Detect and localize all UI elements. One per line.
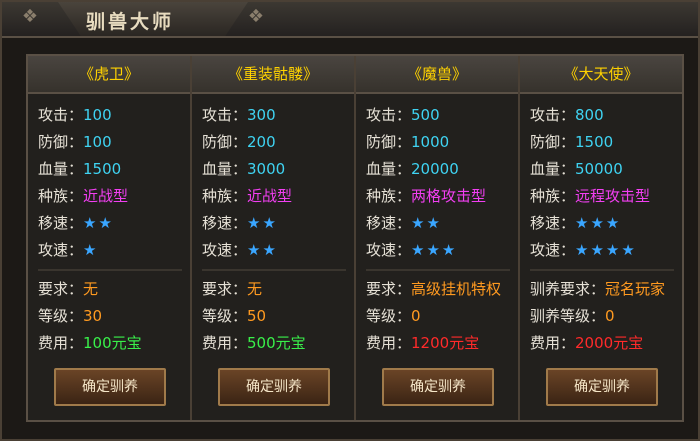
pet-stats: 攻击：300 防御：200 血量：3000 种族：近战型 移速：★★ 攻速：★★… [192,94,354,357]
star-icon: ★★★ [575,214,622,232]
stat-move-speed: 移速：★★ [38,214,114,232]
requirement: 驯养要求：冠名玩家 [530,280,666,298]
requirement: 要求：高级挂机特权 [366,280,502,298]
requirement: 要求：无 [38,280,99,298]
stat-race: 种族：两格攻击型 [366,187,487,205]
pet-name: 《虎卫》 [28,56,190,94]
pet-stats: 攻击：100 防御：100 血量：1500 种族：近战型 移速：★★ 攻速：★ … [28,94,190,357]
stat-attack-speed: 攻速：★★★★ [530,241,637,259]
divider [38,269,182,271]
stat-hp: 血量：1500 [38,160,122,178]
pet-column-mo-shou: 《魔兽》 攻击：500 防御：1000 血量：20000 种族：两格攻击型 移速… [356,56,520,420]
level-requirement: 等级：0 [366,307,421,325]
pet-name: 《重装骷髅》 [192,56,354,94]
dialog-window: ❖ 驯兽大师 ❖ 《虎卫》 攻击：100 防御：100 血量：1500 种族：近… [0,0,700,441]
pet-stats: 攻击：500 防御：1000 血量：20000 种族：两格攻击型 移速：★★ 攻… [356,94,518,357]
stat-move-speed: 移速：★★★ [530,214,622,232]
confirm-tame-button[interactable]: 确定驯养 [546,368,658,406]
stat-defense: 防御：200 [202,133,276,151]
star-icon: ★★ [247,214,278,232]
stat-attack-speed: 攻速：★★★ [366,241,458,259]
stat-race: 种族：近战型 [38,187,129,205]
title-bar[interactable]: ❖ 驯兽大师 ❖ [2,2,698,38]
cost: 费用：2000元宝 [530,334,644,352]
confirm-tame-button[interactable]: 确定驯养 [382,368,494,406]
star-icon: ★★ [83,214,114,232]
requirement: 要求：无 [202,280,263,298]
dragon-ornament-icon: ❖ [21,6,39,27]
pet-column-hu-wei: 《虎卫》 攻击：100 防御：100 血量：1500 种族：近战型 移速：★★ … [28,56,192,420]
pet-name: 《大天使》 [520,56,682,94]
pet-name: 《魔兽》 [356,56,518,94]
stat-defense: 防御：100 [38,133,112,151]
star-icon: ★★★★ [575,241,637,259]
star-icon: ★ [83,241,99,259]
star-icon: ★★★ [411,241,458,259]
star-icon: ★★ [411,214,442,232]
cost: 费用：100元宝 [38,334,142,352]
stat-hp: 血量：20000 [366,160,459,178]
divider [202,269,346,271]
stat-hp: 血量：50000 [530,160,623,178]
stat-move-speed: 移速：★★ [366,214,442,232]
stat-attack: 攻击：100 [38,106,112,124]
stat-attack: 攻击：800 [530,106,604,124]
stat-race: 种族：远程攻击型 [530,187,651,205]
level-requirement: 等级：50 [202,307,267,325]
stat-race: 种族：近战型 [202,187,293,205]
level-requirement: 驯养等级：0 [530,307,615,325]
stat-attack: 攻击：500 [366,106,440,124]
pet-column-archangel: 《大天使》 攻击：800 防御：1500 血量：50000 种族：远程攻击型 移… [520,56,682,420]
confirm-tame-button[interactable]: 确定驯养 [54,368,166,406]
pet-columns: 《虎卫》 攻击：100 防御：100 血量：1500 种族：近战型 移速：★★ … [26,54,684,422]
confirm-tame-button[interactable]: 确定驯养 [218,368,330,406]
stat-defense: 防御：1500 [530,133,614,151]
stat-move-speed: 移速：★★ [202,214,278,232]
stat-attack-speed: 攻速：★ [38,241,99,259]
divider [366,269,510,271]
title-ornament-icon: ❖ [247,6,265,27]
header-ornament-right [632,4,692,32]
stat-defense: 防御：1000 [366,133,450,151]
cost: 费用：1200元宝 [366,334,480,352]
stat-attack: 攻击：300 [202,106,276,124]
stat-hp: 血量：3000 [202,160,286,178]
window-title: 驯兽大师 [86,11,175,33]
divider [530,269,674,271]
star-icon: ★★ [247,241,278,259]
pet-column-heavy-skeleton: 《重装骷髅》 攻击：300 防御：200 血量：3000 种族：近战型 移速：★… [192,56,356,420]
level-requirement: 等级：30 [38,307,103,325]
cost: 费用：500元宝 [202,334,306,352]
stat-attack-speed: 攻速：★★ [202,241,278,259]
pet-stats: 攻击：800 防御：1500 血量：50000 种族：远程攻击型 移速：★★★ … [520,94,682,357]
